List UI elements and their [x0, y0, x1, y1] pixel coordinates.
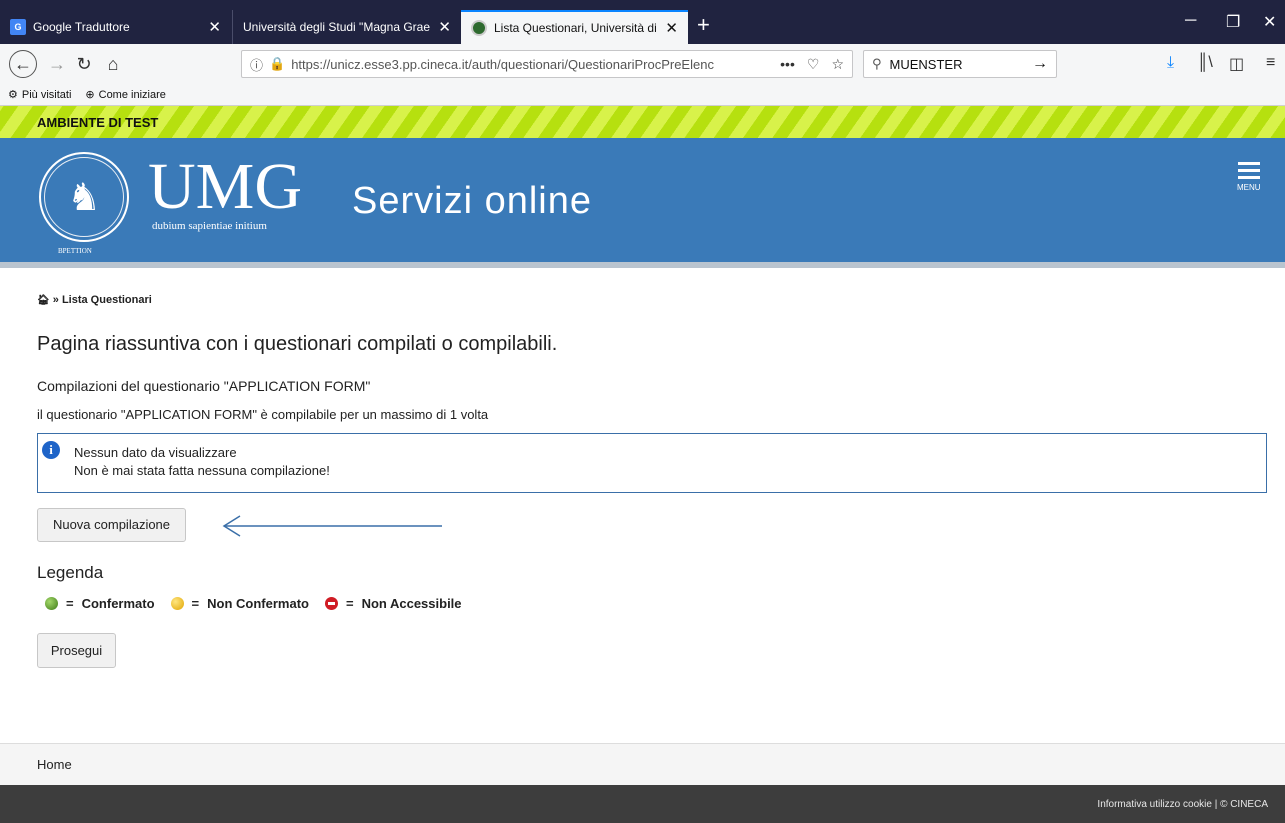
umg-favicon-icon	[471, 20, 487, 36]
search-input[interactable]: ⚲ MUENSTER →	[863, 50, 1057, 78]
tab-google-traduttore[interactable]: G Google Traduttore ✕	[0, 10, 231, 44]
bookmark-come-iniziare[interactable]: ⊕ Come iniziare	[85, 88, 166, 102]
browser-tab-bar: G Google Traduttore ✕ Università degli S…	[0, 0, 1285, 44]
info-message-line: Non è mai stata fatta nessuna compilazio…	[74, 463, 330, 478]
close-tab-icon[interactable]: ✕	[438, 18, 451, 36]
service-title: Servizi online	[352, 180, 592, 222]
close-tab-icon[interactable]: ✕	[665, 19, 678, 37]
yellow-dot-icon	[170, 597, 184, 610]
page-actions-icon[interactable]: •••	[780, 56, 795, 73]
sidebar-icon[interactable]: ◫	[1229, 54, 1244, 74]
legend-label: Non Confermato	[207, 596, 309, 611]
new-tab-button[interactable]: +	[697, 14, 710, 36]
gear-icon: ⚙	[8, 89, 18, 101]
bookmark-label: Più visitati	[21, 88, 72, 101]
umg-motto: dubium sapientiae initium	[152, 220, 267, 232]
legend-item-unconfirmed: = Non Confermato	[170, 596, 309, 611]
restore-icon[interactable]: ❐	[1226, 12, 1240, 32]
info-icon: i	[42, 441, 60, 459]
bookmark-piu-visitati[interactable]: ⚙ Più visitati	[8, 88, 72, 102]
home-icon[interactable]: ⌂	[99, 50, 127, 78]
hamburger-icon	[1237, 162, 1261, 179]
tab-title: Google Traduttore	[33, 20, 130, 34]
continue-button[interactable]: Prosegui	[37, 633, 116, 668]
url-bar[interactable]: ⓘ 🔒 https://unicz.esse3.pp.cineca.it/aut…	[241, 50, 853, 78]
footer-cookie-link[interactable]: Informativa utilizzo cookie | © CINECA	[1097, 799, 1268, 810]
tab-title: Lista Questionari, Università di	[494, 21, 657, 35]
legend-equals: =	[66, 596, 74, 611]
legend-equals: =	[345, 596, 354, 611]
info-message-line: Nessun dato da visualizzare	[74, 445, 237, 460]
close-window-icon[interactable]: ✕	[1263, 12, 1276, 32]
download-icon[interactable]: ⤓	[1167, 54, 1174, 72]
legend: = Confermato = Non Confermato = Non Acce…	[45, 596, 478, 611]
page-title: Pagina riassuntiva con i questionari com…	[37, 333, 558, 355]
footer-home-bar: Home	[0, 743, 1285, 785]
bookmarks-bar: ⚙ Più visitati ⊕ Come iniziare	[0, 84, 1285, 106]
breadcrumb: 🏠︎ » Lista Questionari	[37, 294, 152, 306]
green-dot-icon	[45, 597, 58, 610]
tab-universita[interactable]: Università degli Studi "Magna Graec ✕	[232, 10, 461, 44]
legend-title: Legenda	[37, 563, 104, 582]
legend-item-not-accessible: = Non Accessibile	[324, 596, 462, 611]
questionnaire-subtitle: Compilazioni del questionario "APPLICATI…	[37, 378, 371, 394]
site-header: ♞ BPETTION UMG dubium sapientiae initium…	[0, 138, 1285, 268]
tab-title: Università degli Studi "Magna Graec	[243, 20, 431, 34]
lock-icon: 🔒	[269, 56, 286, 71]
breadcrumb-separator: »	[52, 294, 59, 306]
menu-label: MENU	[1237, 183, 1261, 192]
footer-bottom-bar: Informativa utilizzo cookie | © CINECA	[0, 785, 1285, 823]
search-value[interactable]: MUENSTER	[890, 57, 963, 72]
no-entry-icon	[324, 597, 338, 610]
footer-home-link[interactable]: Home	[37, 757, 72, 772]
new-compilation-button[interactable]: Nuova compilazione	[37, 508, 186, 542]
home-icon[interactable]: 🏠︎	[37, 295, 50, 306]
reload-icon[interactable]: ↻	[70, 50, 98, 78]
minimize-icon[interactable]: ─	[1185, 12, 1196, 30]
umg-logo-title[interactable]: UMG	[148, 154, 302, 220]
horse-rider-icon: ♞	[44, 157, 124, 237]
compilation-limit-note: il questionario "APPLICATION FORM" è com…	[37, 407, 489, 422]
url-text[interactable]: https://unicz.esse3.pp.cineca.it/auth/qu…	[291, 57, 772, 72]
bookmark-star-icon[interactable]: ☆	[831, 56, 844, 73]
legend-equals: =	[191, 596, 200, 611]
pocket-icon[interactable]: ♡	[807, 56, 820, 73]
globe-icon: ⊕	[85, 89, 95, 101]
legend-label: Non Accessibile	[361, 596, 462, 611]
breadcrumb-current: Lista Questionari	[61, 294, 152, 306]
test-environment-banner: AMBIENTE DI TEST	[0, 106, 1285, 138]
hamburger-menu-icon[interactable]: ≡	[1266, 54, 1275, 72]
close-tab-icon[interactable]: ✕	[208, 18, 221, 36]
forward-arrow-icon[interactable]: →	[43, 50, 71, 78]
library-icon[interactable]: ║\	[1197, 54, 1213, 72]
umg-seal-logo[interactable]: ♞	[39, 152, 129, 242]
search-go-arrow-icon[interactable]: →	[1032, 55, 1048, 73]
google-translate-favicon-icon: G	[10, 19, 26, 35]
seal-text: BPETTION	[58, 247, 92, 255]
search-icon: ⚲	[872, 56, 882, 71]
annotation-arrow	[222, 515, 442, 537]
bookmark-label: Come iniziare	[98, 88, 166, 101]
legend-label: Confermato	[81, 596, 155, 611]
info-circle-icon[interactable]: ⓘ	[250, 55, 263, 74]
info-message-box: i Nessun dato da visualizzare Non è mai …	[37, 433, 1267, 493]
legend-item-confirmed: = Confermato	[45, 596, 155, 611]
back-arrow-icon[interactable]: ←	[9, 50, 37, 78]
browser-navigation-bar: ← → ↻ ⌂ ⓘ 🔒 https://unicz.esse3.pp.cinec…	[0, 44, 1285, 84]
menu-button[interactable]: MENU	[1237, 162, 1261, 192]
tab-lista-questionari[interactable]: Lista Questionari, Università di ✕	[461, 10, 688, 44]
